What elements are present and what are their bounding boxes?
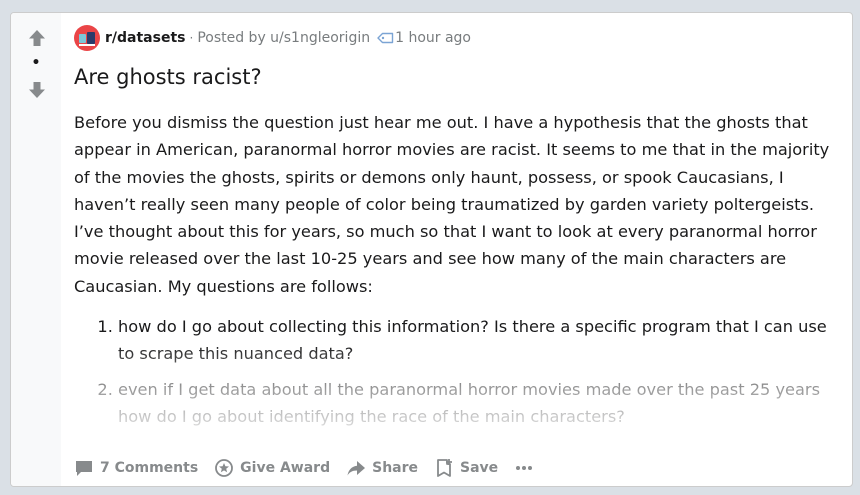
- upvote-button[interactable]: [25, 26, 49, 50]
- post-meta: r/datasets · Posted by u/s1ngleorigin 1 …: [74, 25, 471, 51]
- questions-list: how do I go about collecting this inform…: [74, 313, 844, 430]
- downvote-button[interactable]: [25, 78, 49, 102]
- post-actions: 7 Comments Give Award Share Save: [74, 453, 534, 483]
- save-label: Save: [460, 460, 499, 476]
- share-label: Share: [372, 460, 419, 476]
- posted-by-user[interactable]: Posted by u/s1ngleorigin: [197, 30, 370, 46]
- arrow-down-icon: [29, 82, 45, 98]
- post-card[interactable]: • r/datasets · Posted by u/s1ngleorigin …: [10, 12, 853, 487]
- share-button[interactable]: Share: [346, 458, 418, 478]
- more-options-button[interactable]: [514, 458, 534, 478]
- post-body: Before you dismiss the question just hea…: [74, 109, 844, 438]
- arrow-up-icon: [29, 30, 45, 46]
- post-content: r/datasets · Posted by u/s1ngleorigin 1 …: [74, 13, 842, 486]
- post-time[interactable]: 1 hour ago: [395, 30, 471, 46]
- subreddit-avatar[interactable]: [74, 25, 100, 51]
- comment-icon: [76, 461, 92, 476]
- meta-separator: ·: [189, 31, 194, 45]
- post-body-text: Before you dismiss the question just hea…: [74, 113, 830, 296]
- more-horizontal-icon: [516, 466, 533, 470]
- bookmark-plus-icon: [437, 459, 453, 477]
- list-item: how do I go about collecting this inform…: [118, 313, 844, 368]
- share-icon: [347, 461, 366, 476]
- tag-icon: [377, 32, 394, 44]
- subreddit-link[interactable]: r/datasets: [105, 30, 185, 46]
- save-button[interactable]: Save: [434, 458, 498, 478]
- list-item: even if I get data about all the paranor…: [118, 376, 844, 431]
- comments-button[interactable]: 7 Comments: [74, 458, 198, 478]
- award-label: Give Award: [240, 460, 331, 476]
- give-award-button[interactable]: Give Award: [214, 458, 330, 478]
- post-title[interactable]: Are ghosts racist?: [74, 64, 262, 90]
- award-icon: [215, 459, 234, 477]
- vote-column: •: [11, 13, 61, 486]
- comments-label: 7 Comments: [100, 460, 199, 476]
- vote-score: •: [31, 55, 41, 71]
